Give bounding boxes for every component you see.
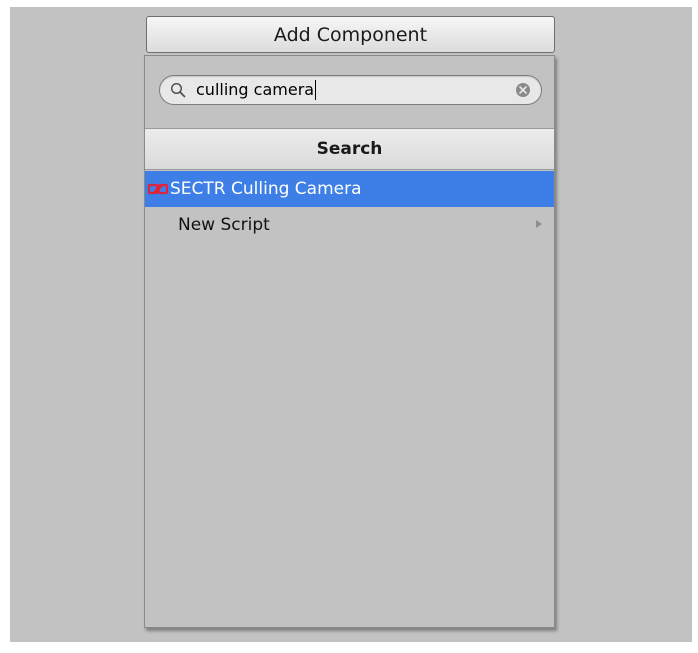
result-item-sectr-culling-camera[interactable]: SECTR Culling Camera xyxy=(145,171,554,207)
search-area: culling camera xyxy=(145,56,554,128)
result-item-new-script[interactable]: New Script xyxy=(145,207,554,243)
result-list: SECTR Culling Camera New Script xyxy=(145,171,554,243)
search-section-header: Search xyxy=(145,128,554,170)
add-component-label: Add Component xyxy=(273,23,428,46)
section-title: Search xyxy=(316,139,383,159)
search-field[interactable]: culling camera xyxy=(159,75,542,105)
result-label: New Script xyxy=(178,215,270,235)
search-input[interactable]: culling camera xyxy=(196,79,317,101)
add-component-popup: culling camera Search SECTR Culling Came… xyxy=(144,55,555,628)
sectr-component-icon xyxy=(148,183,168,195)
add-component-button[interactable]: Add Component xyxy=(146,16,555,53)
result-label: SECTR Culling Camera xyxy=(170,179,362,199)
text-caret xyxy=(315,80,317,100)
search-input-value: culling camera xyxy=(196,80,315,99)
search-icon xyxy=(170,82,186,98)
clear-search-icon[interactable] xyxy=(515,82,531,98)
chevron-right-icon xyxy=(536,220,542,228)
